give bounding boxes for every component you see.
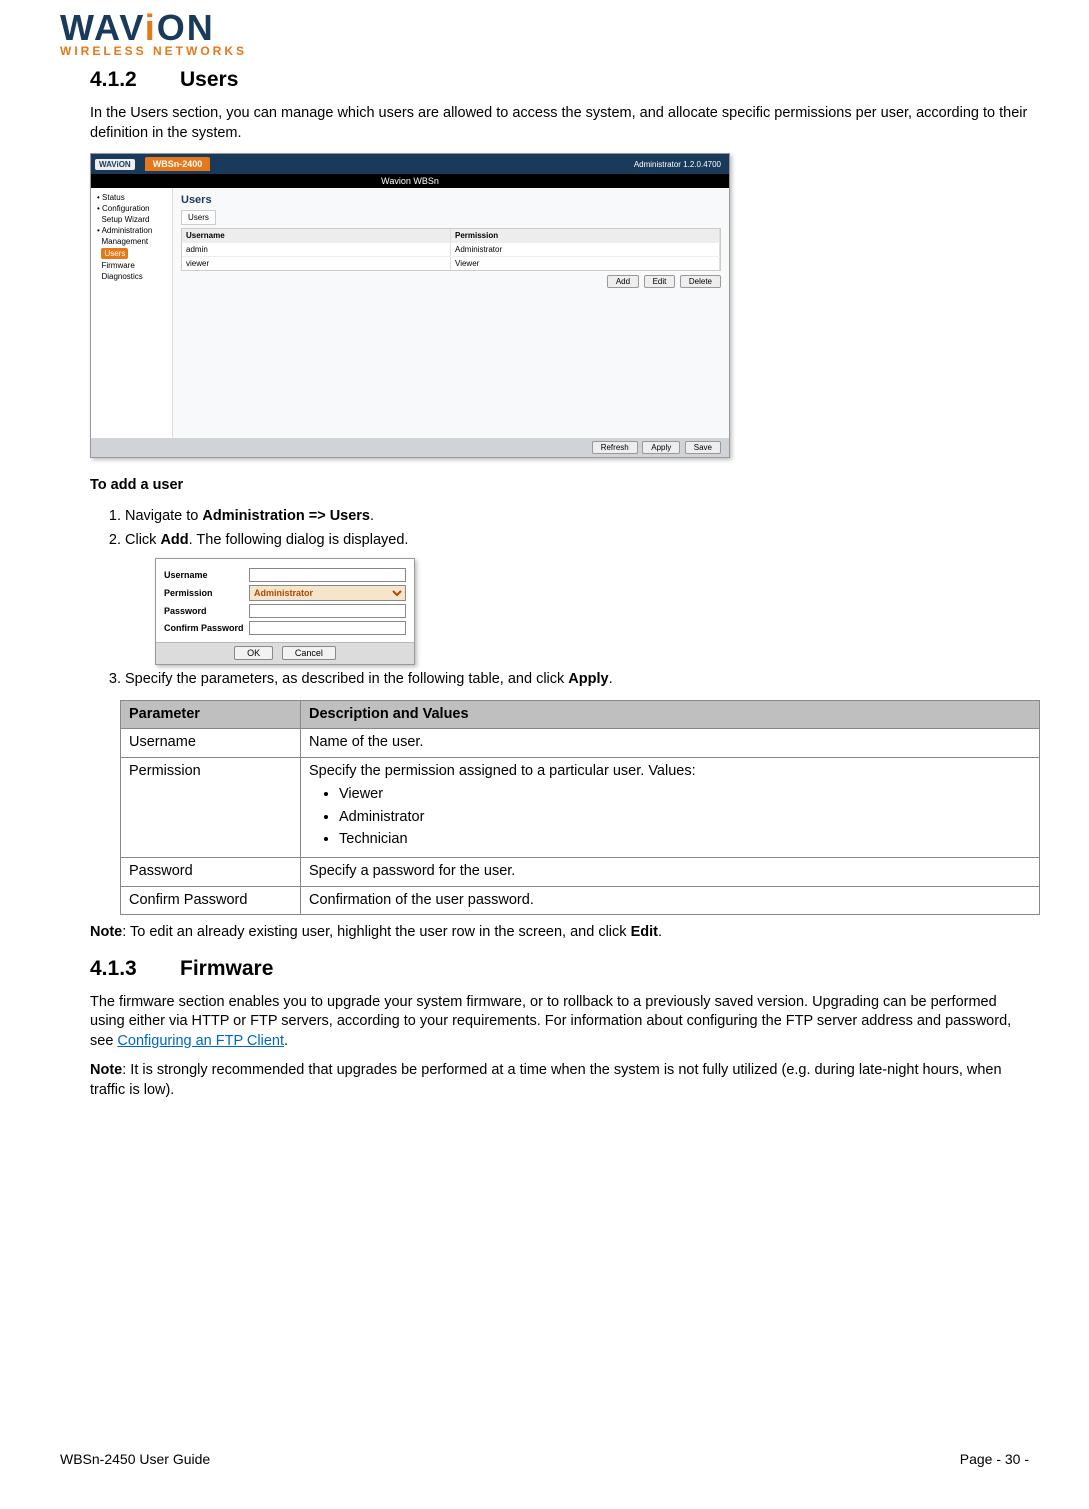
dlg-password-input[interactable] xyxy=(249,604,406,618)
shot-users-grid: UsernamePermission adminAdministrator vi… xyxy=(181,228,721,271)
dlg-confirm-input[interactable] xyxy=(249,621,406,635)
table-row: Username Name of the user. xyxy=(121,729,1040,758)
shot-header-right: Administrator 1.2.0.4700 xyxy=(634,160,729,169)
logo-wordmark: WAViON xyxy=(60,10,1029,46)
shot-sidebar: • Status • Configuration Setup Wizard • … xyxy=(91,188,173,438)
shot-product-tab: WBSn-2400 xyxy=(145,157,211,171)
dlg-ok-button[interactable]: OK xyxy=(234,646,273,660)
dlg-confirm-label: Confirm Password xyxy=(164,622,249,635)
parameters-table: Parameter Description and Values Usernam… xyxy=(120,700,1040,916)
logo-tagline: WIRELESS NETWORKS xyxy=(60,44,1029,58)
table-row: Confirm Password Confirmation of the use… xyxy=(121,886,1040,915)
table-row: Permission Specify the permission assign… xyxy=(121,757,1040,857)
shot-title-bar: Wavion WBSn xyxy=(91,174,729,188)
add-user-steps: Navigate to Administration => Users. Cli… xyxy=(110,506,1029,690)
step-1: Navigate to Administration => Users. xyxy=(125,506,1029,526)
heading-users: 4.1.2Users xyxy=(90,68,1029,92)
dlg-username-label: Username xyxy=(164,569,249,582)
footer-page-number: Page - 30 - xyxy=(960,1451,1029,1467)
th-parameter: Parameter xyxy=(121,700,301,729)
link-ftp-client[interactable]: Configuring an FTP Client xyxy=(117,1033,284,1049)
dlg-password-label: Password xyxy=(164,605,249,618)
users-screenshot: WAViON WBSn-2400 Administrator 1.2.0.470… xyxy=(90,153,730,458)
shot-body-title: Users xyxy=(181,194,721,206)
table-row: Password Specify a password for the user… xyxy=(121,857,1040,886)
page-footer: WBSn-2450 User Guide Page - 30 - xyxy=(60,1451,1029,1467)
shot-users-tab: Users xyxy=(181,210,216,225)
shot-save-button[interactable]: Save xyxy=(685,441,721,454)
th-description: Description and Values xyxy=(301,700,1040,729)
users-intro: In the Users section, you can manage whi… xyxy=(90,104,1029,143)
users-note: Note: To edit an already existing user, … xyxy=(90,923,1029,943)
shot-logo: WAViON xyxy=(95,159,135,170)
add-user-title: To add a user xyxy=(90,476,1029,496)
firmware-intro: The firmware section enables you to upgr… xyxy=(90,993,1029,1052)
dlg-permission-select[interactable]: Administrator xyxy=(249,585,406,601)
add-user-dialog: Username Permission Administrator Passwo… xyxy=(155,558,415,665)
dlg-username-input[interactable] xyxy=(249,568,406,582)
shot-edit-button[interactable]: Edit xyxy=(644,275,676,288)
step-2: Click Add. The following dialog is displ… xyxy=(125,530,1029,665)
step-3: Specify the parameters, as described in … xyxy=(125,669,1029,689)
shot-refresh-button[interactable]: Refresh xyxy=(592,441,638,454)
shot-add-button[interactable]: Add xyxy=(607,275,639,288)
shot-apply-button[interactable]: Apply xyxy=(642,441,680,454)
brand-logo: WAViON WIRELESS NETWORKS xyxy=(60,10,1029,58)
firmware-note: Note: It is strongly recommended that up… xyxy=(90,1061,1029,1100)
shot-delete-button[interactable]: Delete xyxy=(680,275,721,288)
dlg-cancel-button[interactable]: Cancel xyxy=(282,646,336,660)
heading-firmware: 4.1.3Firmware xyxy=(90,957,1029,981)
footer-doc-title: WBSn-2450 User Guide xyxy=(60,1451,210,1467)
dlg-permission-label: Permission xyxy=(164,587,249,600)
